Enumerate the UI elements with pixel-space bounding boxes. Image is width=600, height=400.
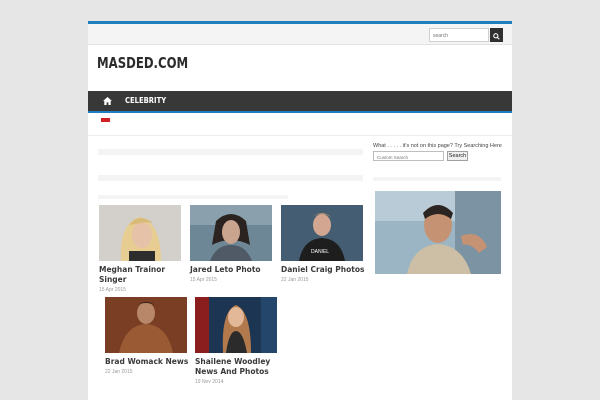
top-bar xyxy=(88,24,512,45)
post-card[interactable]: Meghan Trainor Singer 15 Apr 2015 xyxy=(99,205,189,293)
post-date: 15 Apr 2015 xyxy=(190,277,217,283)
sidebar-search-prompt: What . . . . . it's not on this page? Tr… xyxy=(373,143,502,149)
post-title[interactable]: Daniel Craig Photos xyxy=(281,265,371,275)
custom-search-button[interactable]: Search xyxy=(447,151,468,161)
search-icon xyxy=(493,33,500,40)
nav-item-celebrity[interactable]: CELEBRITY xyxy=(125,91,166,111)
placeholder-bar xyxy=(98,149,363,155)
placeholder-bar xyxy=(98,175,363,181)
post-title[interactable]: Meghan Trainor Singer xyxy=(99,265,189,285)
search-button[interactable] xyxy=(490,28,503,42)
post-thumbnail[interactable] xyxy=(99,205,181,261)
sidebar-photo[interactable] xyxy=(375,191,501,274)
nav-home[interactable] xyxy=(98,91,117,111)
placeholder-bar xyxy=(98,195,288,199)
site-logo[interactable]: MASDED.COM xyxy=(97,54,188,72)
post-title[interactable]: Jared Leto Photo xyxy=(190,265,280,275)
post-title[interactable]: Shailene Woodley News And Photos xyxy=(195,357,285,377)
svg-text:DANIEL: DANIEL xyxy=(311,249,329,255)
logo-area: MASDED.COM xyxy=(88,45,512,91)
post-thumbnail[interactable] xyxy=(195,297,277,353)
sub-bar xyxy=(88,113,512,136)
post-date: 22 Jan 2015 xyxy=(281,277,309,283)
home-icon xyxy=(103,97,112,105)
post-card[interactable]: Jared Leto Photo 15 Apr 2015 xyxy=(190,205,280,283)
custom-search-input[interactable] xyxy=(373,151,444,161)
post-date: 15 Apr 2015 xyxy=(99,287,126,293)
post-thumbnail[interactable] xyxy=(105,297,187,353)
post-thumbnail[interactable]: DANIEL xyxy=(281,205,363,261)
sidebar-placeholder-bar xyxy=(373,177,501,181)
flag-icon xyxy=(101,118,110,122)
post-date: 22 Jan 2015 xyxy=(105,369,133,375)
post-card[interactable]: DANIEL Daniel Craig Photos 22 Jan 2015 xyxy=(281,205,371,283)
post-thumbnail[interactable] xyxy=(190,205,272,261)
main-nav: CELEBRITY xyxy=(88,91,512,111)
post-card[interactable]: Brad Womack News 22 Jan 2015 xyxy=(105,297,195,375)
page-wrapper: MASDED.COM CELEBRITY What . . . . . it's… xyxy=(88,21,512,400)
post-date: 19 Nov 2014 xyxy=(195,379,224,385)
post-card[interactable]: Shailene Woodley News And Photos 19 Nov … xyxy=(195,297,285,385)
search-input[interactable] xyxy=(429,28,489,42)
post-title[interactable]: Brad Womack News xyxy=(105,357,195,367)
